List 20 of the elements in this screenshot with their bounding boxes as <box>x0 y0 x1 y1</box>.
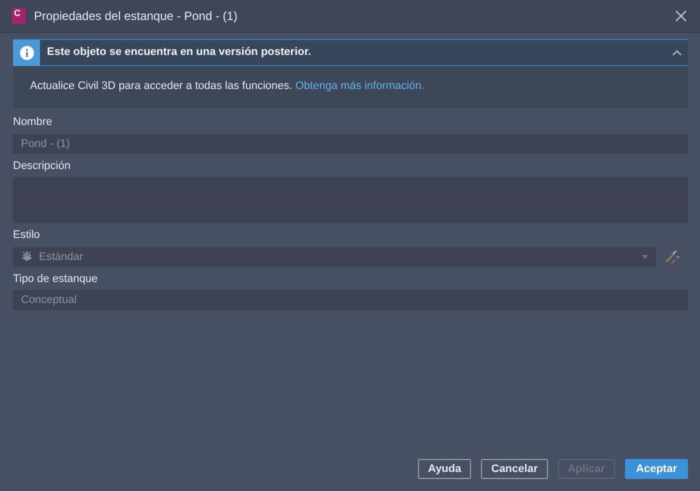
text-field[interactable]: Pond - (1) <box>13 134 688 154</box>
field-label: Tipo de estanque <box>13 272 98 287</box>
ok-button[interactable]: Aceptar <box>625 459 688 479</box>
field-label: Nombre <box>13 115 52 130</box>
style-dropdown[interactable]: Estándar <box>13 246 656 267</box>
window-title: Propiedades del estanque - Pond - (1) <box>34 8 238 25</box>
field-label: Estilo <box>13 228 40 244</box>
app-logo-icon: C <box>12 8 26 24</box>
help-button[interactable]: Ayuda <box>418 459 472 479</box>
layers-icon <box>21 251 33 262</box>
caret-icon <box>642 254 648 259</box>
close-icon[interactable] <box>674 9 688 23</box>
info-link[interactable]: Obtenga más información. <box>295 80 424 92</box>
cancel-button[interactable]: Cancelar <box>481 459 548 479</box>
collapse-icon[interactable] <box>672 48 682 56</box>
banner-message: Actualice Civil 3D para acceder a todas las funciones. Obtenga más información. <box>30 80 424 92</box>
text-field[interactable]: Conceptual <box>13 290 688 310</box>
field-label: Descripción <box>13 158 70 174</box>
info-icon <box>13 40 40 66</box>
banner-title: Este objeto se encuentra en una versión posterior. <box>46 45 312 60</box>
